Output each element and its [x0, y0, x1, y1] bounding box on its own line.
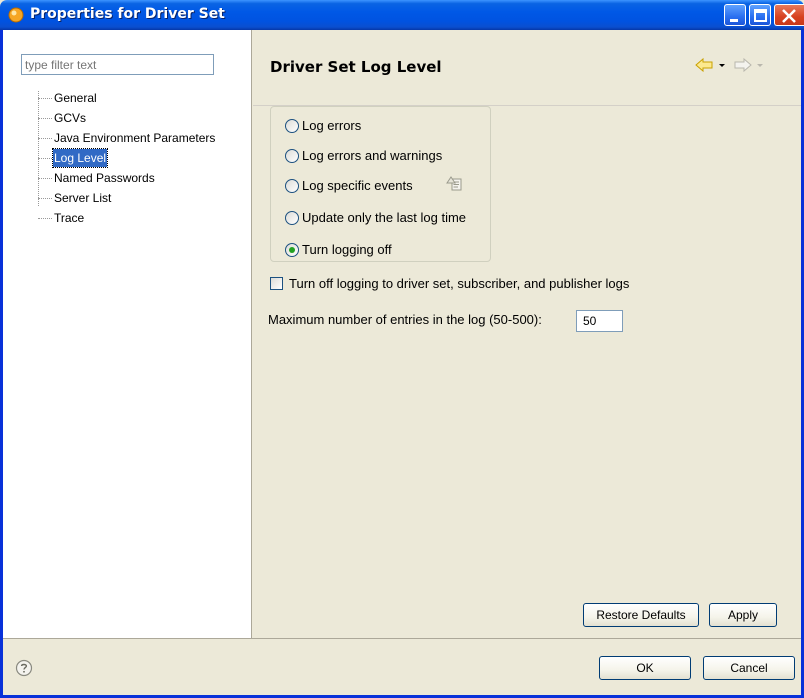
radio-label: Log errors and warnings	[302, 148, 443, 163]
page-title: Driver Set Log Level	[270, 58, 442, 76]
radio-label: Update only the last log time	[302, 210, 467, 225]
properties-window: Properties for Driver Set General GCVs	[0, 0, 804, 698]
app-icon	[8, 7, 24, 23]
max-entries-row: Maximum number of entries in the log (50…	[268, 309, 648, 333]
sidebar-item-label: Log Level	[51, 148, 109, 168]
window-title: Properties for Driver Set	[30, 6, 225, 22]
tree-connector	[38, 91, 39, 206]
dialog-button-bar: OK Cancel	[3, 638, 801, 695]
sidebar-item-label: Java Environment Parameters	[54, 131, 216, 145]
restore-defaults-button[interactable]: Restore Defaults	[583, 603, 699, 627]
forward-history-dropdown-icon[interactable]	[756, 57, 764, 73]
back-history-dropdown-icon[interactable]	[718, 57, 726, 73]
radio-label: Turn logging off	[302, 242, 392, 257]
maximize-button[interactable]	[749, 4, 771, 26]
edit-events-icon[interactable]	[446, 175, 462, 191]
minimize-button[interactable]	[724, 4, 746, 26]
max-entries-label: Maximum number of entries in the log (50…	[268, 312, 542, 327]
sidebar-item-label: GCVs	[54, 111, 87, 125]
arrow-left-icon[interactable]	[695, 57, 713, 73]
apply-button[interactable]: Apply	[709, 603, 777, 627]
radio-button[interactable]	[285, 243, 299, 257]
sidebar: General GCVs Java Environment Parameters…	[3, 30, 252, 638]
radio-button[interactable]	[285, 149, 299, 163]
radio-label: Log errors	[302, 118, 362, 133]
sidebar-item-label: General	[54, 91, 97, 105]
turn-off-logging-checkbox[interactable]	[270, 277, 283, 290]
close-button[interactable]	[774, 4, 804, 26]
main-panel: Driver Set Log Level Log errors Log erro…	[253, 30, 801, 638]
content-area: General GCVs Java Environment Parameters…	[3, 30, 801, 638]
cancel-button[interactable]: Cancel	[703, 656, 795, 680]
sidebar-item-label: Trace	[54, 211, 85, 225]
sidebar-item-label: Named Passwords	[54, 171, 155, 185]
radio-button[interactable]	[285, 179, 299, 193]
arrow-right-icon[interactable]	[734, 57, 752, 73]
checkbox-label: Turn off logging to driver set, subscrib…	[289, 276, 630, 291]
ok-button[interactable]: OK	[599, 656, 691, 680]
page-header: Driver Set Log Level	[253, 30, 801, 106]
help-icon[interactable]	[15, 659, 33, 677]
close-icon	[782, 9, 796, 23]
max-entries-input[interactable]	[576, 310, 623, 332]
radio-button[interactable]	[285, 119, 299, 133]
radio-label: Log specific events	[302, 178, 413, 193]
minimize-icon	[730, 19, 738, 22]
title-bar[interactable]: Properties for Driver Set	[0, 0, 804, 30]
maximize-icon	[754, 9, 767, 22]
filter-input[interactable]	[21, 54, 214, 75]
radio-button[interactable]	[285, 211, 299, 225]
sidebar-item-label: Server List	[54, 191, 112, 205]
